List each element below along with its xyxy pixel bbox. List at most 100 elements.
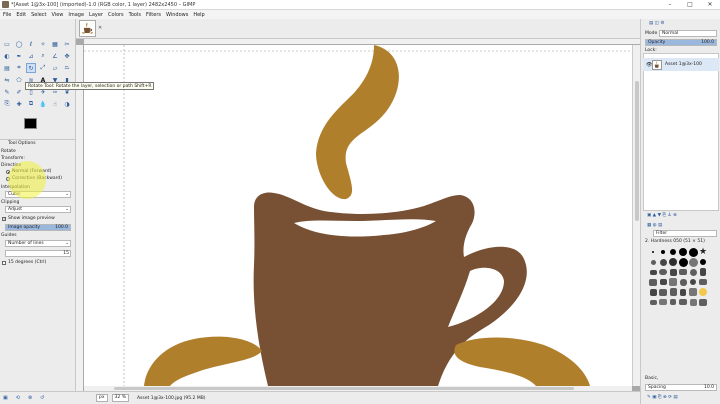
layer-actions-icons[interactable]: ▣ ▲ ▼ ⎘ ⚓ ⊗	[647, 212, 677, 218]
menu-tools[interactable]: Tools	[129, 12, 141, 18]
menu-filters[interactable]: Filters	[146, 12, 161, 18]
color-swatches[interactable]	[24, 118, 46, 136]
free-select-icon[interactable]: ℓ	[26, 39, 36, 49]
rect-select-icon[interactable]: ▭	[2, 39, 12, 49]
perspective-clone-icon[interactable]: ⧉	[26, 99, 36, 109]
brush-item[interactable]	[688, 287, 698, 297]
brush-item[interactable]	[688, 247, 698, 257]
brush-item[interactable]	[668, 297, 678, 307]
paths-icon[interactable]: ✒	[14, 51, 24, 61]
vertical-ruler[interactable]	[76, 45, 84, 391]
unit-select[interactable]: px	[96, 394, 108, 402]
menu-view[interactable]: View	[52, 12, 64, 18]
flip-icon[interactable]: ⇋	[2, 75, 12, 85]
scissors-icon[interactable]: ✂	[62, 39, 72, 49]
brush-item[interactable]	[678, 277, 688, 287]
brush-grid[interactable]: ★	[648, 247, 710, 307]
brush-item[interactable]	[668, 267, 678, 277]
brush-item[interactable]	[668, 277, 678, 287]
dock-tab-icons[interactable]: ▤ ◫ ⚙	[649, 21, 664, 26]
delete-options-icon[interactable]: ⊗	[28, 395, 32, 401]
close-button[interactable]: ✕	[700, 0, 720, 10]
brush-item[interactable]	[648, 267, 658, 277]
vertical-scroll-thumb[interactable]	[635, 81, 639, 221]
scale-icon[interactable]: ⤢	[38, 63, 48, 73]
foreground-select-icon[interactable]: ◐	[2, 51, 12, 61]
guides-select[interactable]: Number of lines ⌄	[5, 240, 71, 247]
show-preview-checkbox[interactable]	[2, 216, 6, 221]
clone-icon[interactable]: ⎘	[2, 99, 12, 109]
opacity-slider[interactable]: Opacity 100.0	[645, 39, 717, 46]
measure-icon[interactable]: ∠	[50, 51, 60, 61]
brush-item[interactable]	[678, 257, 688, 267]
menu-edit[interactable]: Edit	[16, 12, 26, 18]
rotate-icon[interactable]: ↻	[26, 63, 36, 73]
brush-item[interactable]	[648, 247, 658, 257]
brush-item[interactable]	[648, 297, 658, 307]
foreground-color-swatch[interactable]	[24, 118, 37, 129]
brush-item[interactable]	[658, 257, 668, 267]
vertical-scrollbar[interactable]	[632, 45, 640, 386]
smudge-icon[interactable]: ☝	[50, 99, 60, 109]
crop-icon[interactable]: ⌗	[14, 63, 24, 73]
brush-item[interactable]	[678, 247, 688, 257]
horizontal-scroll-thumb[interactable]	[114, 387, 574, 390]
brush-item[interactable]	[658, 277, 668, 287]
maximize-button[interactable]: □	[680, 0, 700, 10]
brush-item[interactable]	[688, 297, 698, 307]
brush-item[interactable]	[698, 277, 708, 287]
heal-icon[interactable]: ✚	[14, 99, 24, 109]
reset-options-icon[interactable]: ↺	[40, 395, 44, 401]
brush-tab-icons[interactable]: ▦ ◍ ▤	[647, 223, 662, 228]
star-brush-icon[interactable]: ★	[698, 247, 708, 257]
perspective-icon[interactable]: ⏢	[62, 63, 72, 73]
dodge-burn-icon[interactable]: ◑	[62, 99, 72, 109]
brush-item[interactable]	[678, 297, 688, 307]
guide-lines-field[interactable]: 15	[5, 250, 71, 257]
mode-select[interactable]: Normal	[659, 30, 717, 37]
blur-icon[interactable]: 💧	[38, 99, 48, 109]
brush-item[interactable]	[658, 267, 668, 277]
ellipse-select-icon[interactable]: ◯	[14, 39, 24, 49]
zoom-select[interactable]: 32 %	[111, 394, 129, 402]
brush-item[interactable]	[698, 257, 708, 267]
fuzzy-select-icon[interactable]: ✧	[38, 39, 48, 49]
save-options-icon[interactable]: ▣	[3, 395, 8, 401]
brush-item[interactable]	[658, 287, 668, 297]
menu-image[interactable]: Image	[68, 12, 84, 18]
align-icon[interactable]: ▤	[2, 63, 12, 73]
clipping-select[interactable]: Adjust ⌄	[5, 206, 71, 213]
menu-file[interactable]: File	[3, 12, 11, 18]
tab-tool-options[interactable]: Tool Options	[0, 139, 76, 147]
brush-item[interactable]	[668, 257, 678, 267]
menu-windows[interactable]: Windows	[166, 12, 188, 18]
brush-item[interactable]	[698, 297, 708, 307]
brush-item[interactable]	[668, 287, 678, 297]
pencil-icon[interactable]: ✎	[2, 87, 12, 97]
brush-item[interactable]	[648, 287, 658, 297]
eye-icon[interactable]: 👁	[646, 62, 652, 68]
color-select-icon[interactable]: ▦	[50, 39, 60, 49]
image-tab-thumbnail[interactable]	[79, 20, 96, 37]
layer-name[interactable]: Asset 1@3x-100	[665, 62, 702, 67]
image-canvas[interactable]	[84, 45, 632, 386]
brush-item[interactable]	[698, 287, 708, 297]
zoom-icon[interactable]: ⌕	[38, 51, 48, 61]
minimize-button[interactable]: –	[660, 0, 680, 10]
brush-item[interactable]	[648, 277, 658, 287]
brush-item[interactable]	[658, 297, 668, 307]
cage-icon[interactable]: ⬠	[14, 75, 24, 85]
move-icon[interactable]: ✥	[62, 51, 72, 61]
brush-item[interactable]	[688, 267, 698, 277]
degrees-checkbox[interactable]	[2, 261, 6, 265]
brush-filter-input[interactable]: Filter	[653, 230, 717, 237]
menu-select[interactable]: Select	[31, 12, 46, 18]
shear-icon[interactable]: ▱	[50, 63, 60, 73]
paintbrush-icon[interactable]: ✐	[14, 87, 24, 97]
close-tab-icon[interactable]: ✕	[98, 25, 102, 31]
spacing-slider[interactable]: Spacing 10.0	[645, 384, 717, 391]
menu-help[interactable]: Help	[193, 12, 204, 18]
brush-item[interactable]	[688, 257, 698, 267]
brush-actions-icons[interactable]: ✎ ▣ ⎘ ⊗ ⟳ ▤	[647, 394, 678, 400]
brush-item[interactable]	[658, 247, 668, 257]
